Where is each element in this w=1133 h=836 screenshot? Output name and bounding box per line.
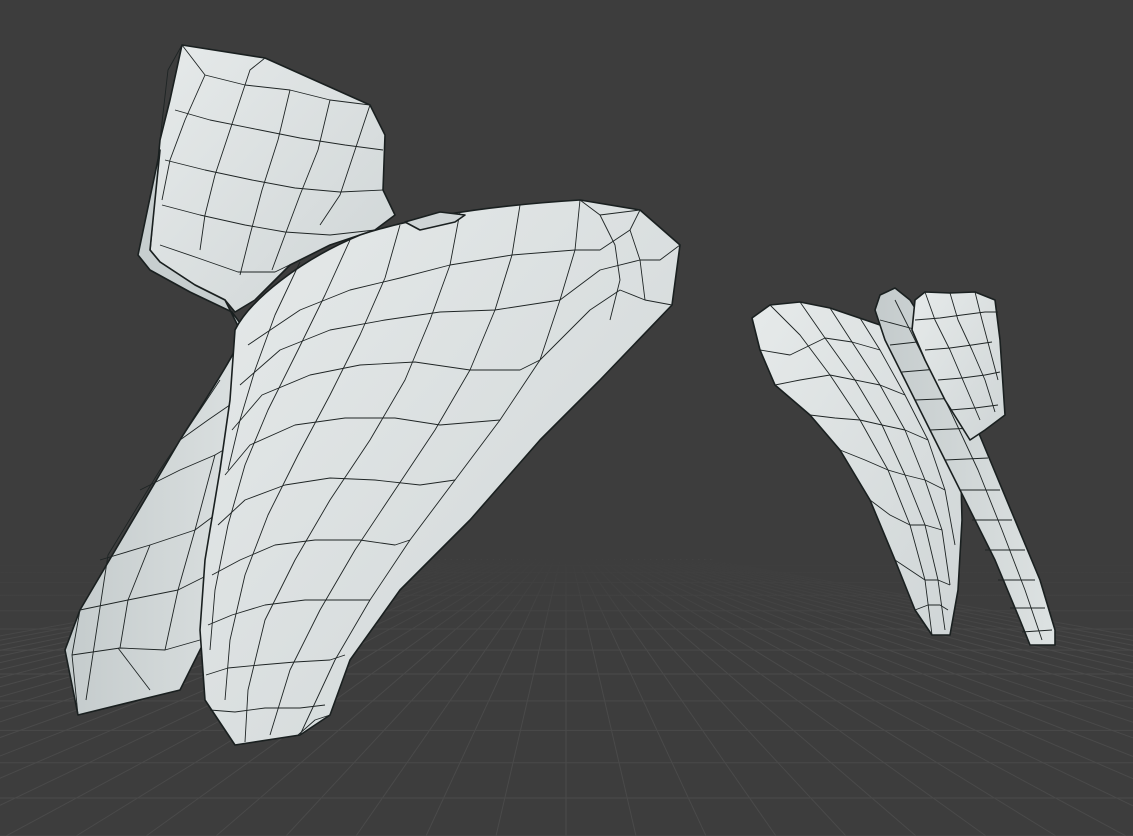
3d-viewport[interactable]	[0, 0, 1133, 836]
viewport-canvas[interactable]	[0, 0, 1133, 836]
